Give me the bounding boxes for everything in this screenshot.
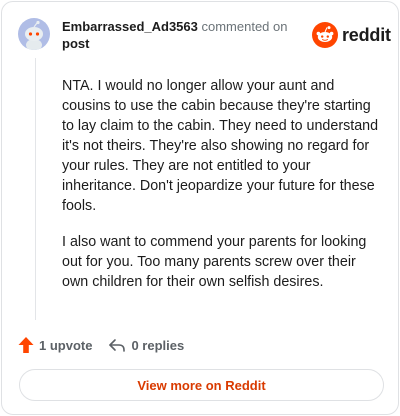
reddit-logo[interactable]: reddit xyxy=(312,22,391,48)
replies-count: 0 replies xyxy=(131,337,185,353)
embedded-comment-card: Embarrassed_Ad3563 commented on post red… xyxy=(1,1,399,415)
snoo-avatar-icon xyxy=(25,20,43,50)
comment-header: Embarrassed_Ad3563 commented on post xyxy=(62,18,302,52)
post-link[interactable]: post xyxy=(62,35,302,52)
commented-on-text: commented on xyxy=(201,19,288,34)
upvote-button[interactable]: 1 upvote xyxy=(18,336,92,354)
reply-arrow-icon xyxy=(109,339,126,352)
comment-actions: 1 upvote 0 replies xyxy=(18,334,184,356)
user-avatar[interactable] xyxy=(18,18,50,50)
thread-line xyxy=(35,58,36,320)
username-link[interactable]: Embarrassed_Ad3563 xyxy=(62,19,198,34)
comment-paragraph-1: NTA. I would no longer allow your aunt a… xyxy=(62,78,379,214)
reddit-wordmark: reddit xyxy=(342,24,391,45)
upvote-count: 1 upvote xyxy=(39,337,93,353)
reddit-snoo-icon xyxy=(312,22,338,48)
comment-paragraph-2: I also want to commend your parents for … xyxy=(62,234,367,290)
view-more-on-reddit-button[interactable]: View more on Reddit xyxy=(19,369,384,401)
upvote-arrow-icon xyxy=(18,337,34,353)
comment-body: NTA. I would no longer allow your aunt a… xyxy=(62,76,380,308)
replies-button[interactable]: 0 replies xyxy=(108,337,184,353)
